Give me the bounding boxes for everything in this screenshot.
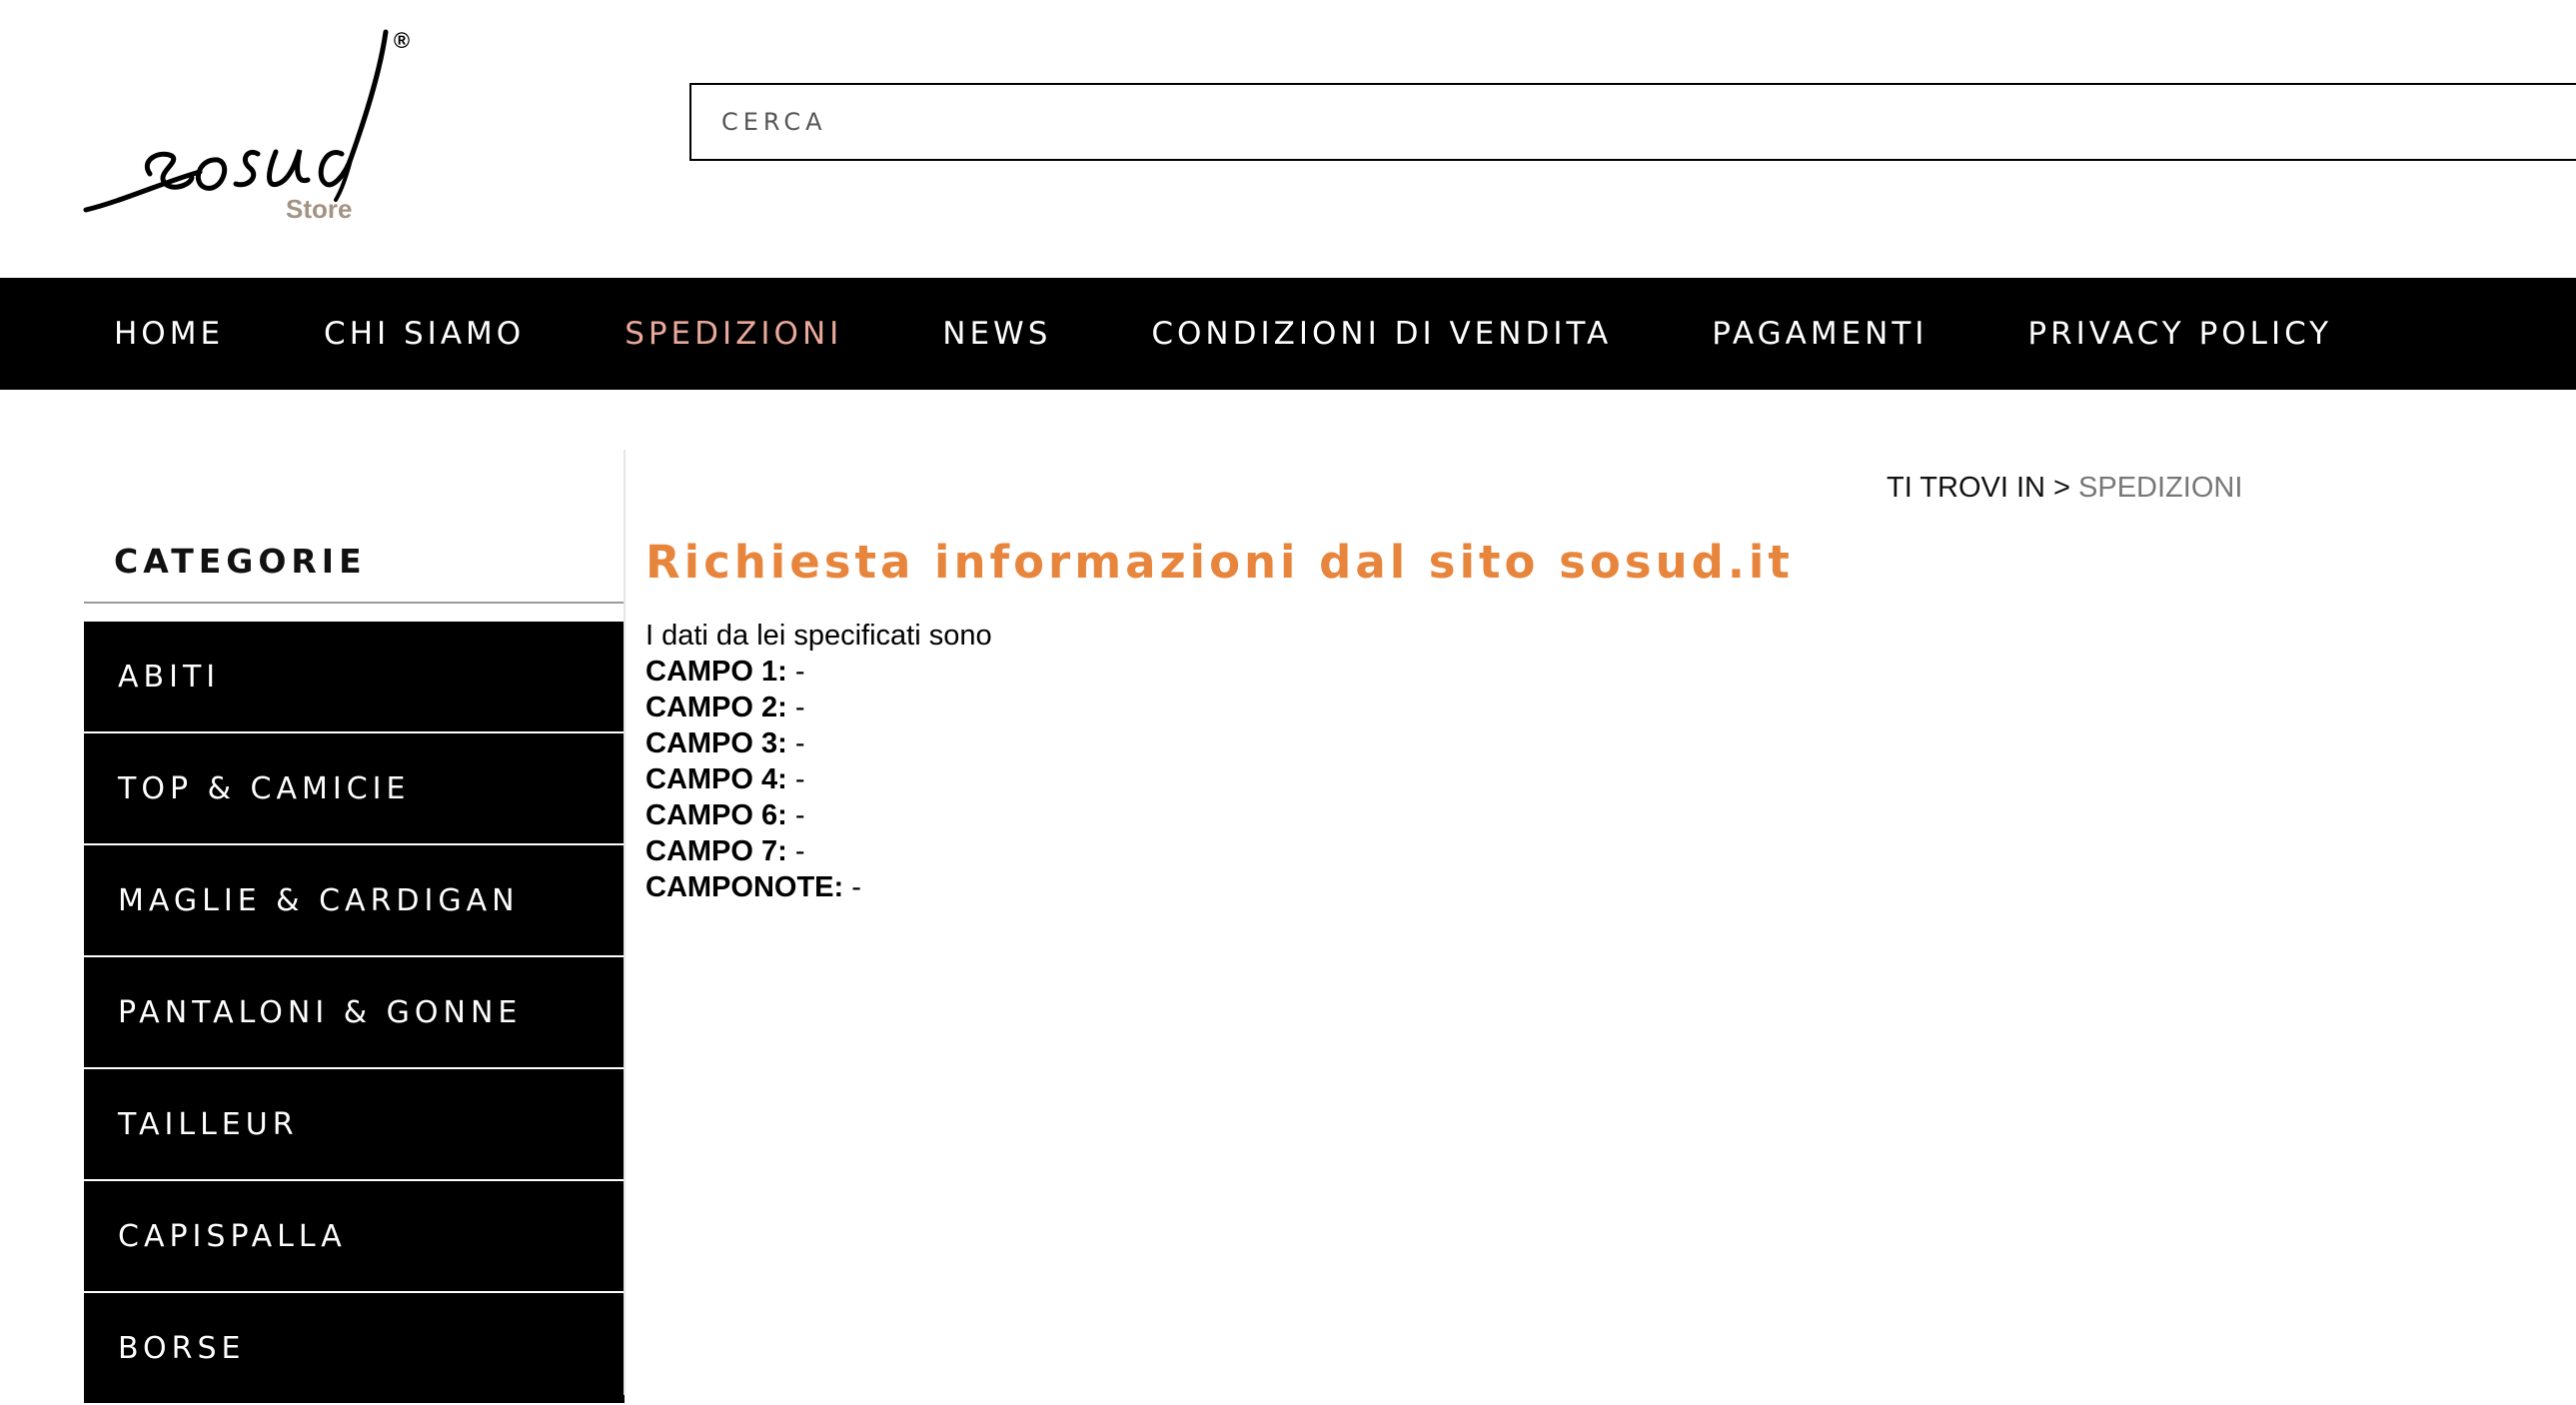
nav-news[interactable]: NEWS: [942, 316, 1051, 352]
field-row: CAMPO 3: -: [645, 725, 992, 761]
sosud-store-logo[interactable]: ® Store: [80, 22, 410, 232]
field-value: -: [794, 763, 805, 795]
nav-spedizioni[interactable]: SPEDIZIONI: [625, 316, 842, 352]
main-nav: HOME CHI SIAMO SPEDIZIONI NEWS CONDIZION…: [0, 278, 2576, 390]
nav-condizioni-di-vendita[interactable]: CONDIZIONI DI VENDITA: [1151, 316, 1612, 352]
logo-registered-mark: ®: [394, 28, 410, 53]
category-maglie-cardigan[interactable]: MAGLIE & CARDIGAN: [84, 845, 625, 957]
field-label: CAMPO 2:: [645, 692, 787, 723]
field-label: CAMPO 4:: [645, 763, 787, 795]
breadcrumb-current[interactable]: SPEDIZIONI: [2078, 472, 2242, 504]
field-label: CAMPONOTE:: [645, 871, 844, 903]
nav-chi-siamo[interactable]: CHI SIAMO: [324, 316, 525, 352]
field-value: -: [794, 799, 805, 831]
field-value: -: [851, 871, 861, 903]
field-value: -: [794, 692, 805, 723]
field-row: CAMPO 6: -: [645, 797, 992, 833]
field-value: -: [794, 727, 805, 759]
field-row: CAMPO 7: -: [645, 833, 992, 869]
site-header: ® Store: [0, 0, 2576, 278]
field-row: CAMPONOTE: -: [645, 869, 992, 905]
field-label: CAMPO 6:: [645, 799, 787, 831]
logo-image: ® Store: [83, 28, 410, 224]
search-box[interactable]: [689, 83, 2576, 161]
intro-text: I dati da lei specificati sono: [645, 620, 992, 652]
form-summary: I dati da lei specificati sono CAMPO 1: …: [645, 618, 992, 905]
nav-home[interactable]: HOME: [114, 316, 224, 352]
nav-pagamenti[interactable]: PAGAMENTI: [1712, 316, 1928, 352]
category-abiti[interactable]: ABITI: [84, 622, 625, 733]
categories-heading: CATEGORIE: [84, 450, 625, 604]
field-value: -: [794, 835, 805, 867]
category-sidebar: CATEGORIE ABITI TOP & CAMICIE MAGLIE & C…: [84, 450, 625, 1405]
field-row: CAMPO 1: -: [645, 654, 992, 690]
breadcrumb-prefix: TI TROVI IN >: [1887, 472, 2070, 504]
field-row: CAMPO 4: -: [645, 761, 992, 797]
category-borse[interactable]: BORSE: [84, 1293, 625, 1405]
nav-privacy-policy[interactable]: PRIVACY POLICY: [2027, 316, 2332, 352]
sidebar-divider: [624, 450, 626, 1395]
logo-store-text: Store: [286, 194, 352, 224]
category-tailleur[interactable]: TAILLEUR: [84, 1069, 625, 1181]
category-capispalla[interactable]: CAPISPALLA: [84, 1181, 625, 1293]
field-label: CAMPO 1:: [645, 656, 787, 688]
page-title: Richiesta informazioni dal sito sosud.it: [645, 536, 1794, 589]
category-list: ABITI TOP & CAMICIE MAGLIE & CARDIGAN PA…: [84, 622, 625, 1405]
field-label: CAMPO 7:: [645, 835, 787, 867]
search-input[interactable]: [691, 85, 2576, 159]
field-value: -: [794, 656, 805, 688]
breadcrumb: TI TROVI IN > SPEDIZIONI: [1887, 472, 2242, 505]
category-pantaloni-gonne[interactable]: PANTALONI & GONNE: [84, 957, 625, 1069]
field-row: CAMPO 2: -: [645, 690, 992, 725]
category-top-camicie[interactable]: TOP & CAMICIE: [84, 733, 625, 845]
field-label: CAMPO 3:: [645, 727, 787, 759]
